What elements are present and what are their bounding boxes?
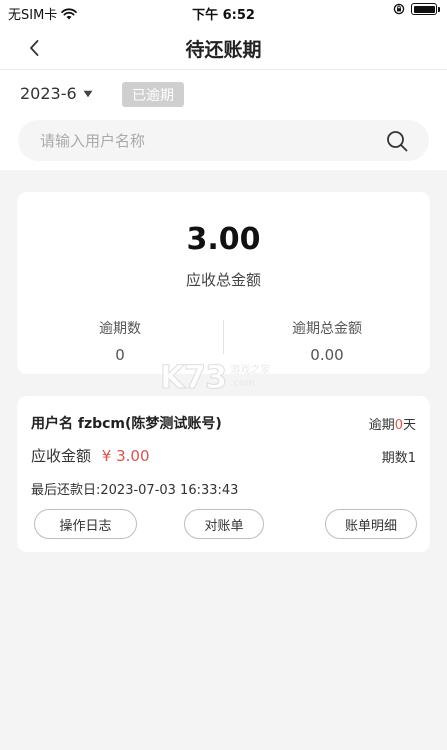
back-button[interactable] — [22, 36, 46, 60]
battery-icon — [411, 3, 440, 15]
bill-amount-value: ¥ 3.00 — [101, 447, 150, 465]
bill-periods: 期数1 — [381, 451, 416, 466]
battery-fill — [413, 5, 435, 13]
orientation-lock-icon — [393, 3, 405, 15]
total-amount-label: 应收总金额 — [185, 271, 261, 289]
overdue-days-prefix: 逾期 — [368, 418, 395, 433]
operation-log-button[interactable]: 操作日志 — [34, 509, 137, 539]
chevron-left-icon — [30, 40, 39, 56]
top-area: 无SIM卡 下午 6:52 待还账期 2023-6 已逾期 请输入用户名称 — [0, 0, 447, 170]
status-time: 下午 6:52 — [192, 8, 255, 23]
overdue-filter-tag[interactable]: 已逾期 — [122, 82, 184, 107]
date-select-value: 2023-6 — [20, 84, 77, 103]
statement-button[interactable]: 对账单 — [184, 509, 264, 539]
search-icon[interactable] — [375, 120, 419, 161]
last-repay-date: 最后还款日:2023-07-03 16:33:43 — [31, 483, 239, 498]
nav-bar: 待还账期 — [0, 24, 447, 70]
caret-down-icon — [83, 90, 93, 97]
overdue-days-suffix: 天 — [402, 418, 416, 433]
status-right — [393, 3, 440, 15]
overdue-days-value: 0 — [394, 418, 403, 433]
bill-amount: 应收金额 ¥ 3.00 — [31, 445, 150, 466]
search-input[interactable] — [18, 131, 375, 150]
bill-user-name: 用户名 fzbcm(陈梦测试账号) — [31, 413, 222, 433]
overdue-total-label: 逾期总金额 — [292, 321, 362, 337]
watermark-logo: K73 游戏之家 .com — [159, 358, 270, 397]
date-select[interactable]: 2023-6 — [20, 84, 93, 103]
summary-card: 3.00 应收总金额 逾期数 0 逾期总金额 0.00 — [17, 192, 430, 374]
bill-amount-label: 应收金额 — [31, 447, 92, 465]
watermark-line1: 游戏之家 — [230, 365, 271, 376]
overdue-days: 逾期0天 — [369, 414, 416, 433]
watermark-line2: .com — [230, 378, 255, 389]
filter-row: 2023-6 已逾期 — [0, 70, 447, 120]
search-row — [0, 120, 447, 170]
page-title: 待还账期 — [185, 39, 262, 61]
user-name-label: 用户名 — [31, 416, 73, 432]
bill-detail-button[interactable]: 账单明细 — [325, 509, 417, 539]
watermark-logo-text: K73 — [159, 358, 227, 397]
overdue-count-label: 逾期数 — [99, 321, 141, 337]
status-bar: 无SIM卡 下午 6:52 — [0, 0, 447, 24]
search-box — [18, 120, 429, 161]
total-amount: 3.00 — [186, 222, 261, 257]
user-name-value: fzbcm(陈梦测试账号) — [77, 416, 222, 432]
bill-card[interactable]: 用户名 fzbcm(陈梦测试账号) 逾期0天 应收金额 ¥ 3.00 期数1 最… — [17, 396, 430, 552]
watermark-caption: 游戏之家 .com — [230, 364, 270, 390]
